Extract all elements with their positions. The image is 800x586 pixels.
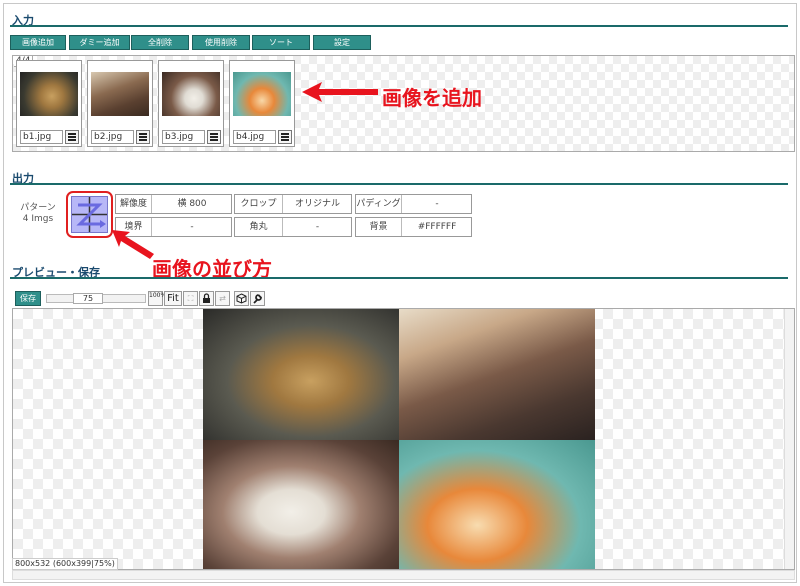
corner-label: 角丸 — [235, 218, 283, 236]
filename-field[interactable]: b1.jpg — [20, 130, 63, 144]
preview-toolbar: 保存 75 100% Fit ⛶ ⇄ — [12, 291, 792, 307]
pattern-label-text: パターン — [20, 203, 56, 213]
filename-field[interactable]: b4.jpg — [233, 130, 276, 144]
resolution-setting[interactable]: 解像度 横 800 — [115, 194, 232, 214]
add-images-button[interactable]: 画像追加 — [10, 35, 66, 50]
menu-icon[interactable] — [136, 130, 150, 144]
preview-image-rabbit — [203, 309, 399, 440]
preview-image-cat — [399, 440, 595, 569]
crop-label: クロップ — [235, 195, 283, 213]
delete-all-button[interactable]: 全削除 — [131, 35, 189, 50]
annotation-arrow-icon — [302, 82, 378, 102]
thumbnail-card[interactable]: b2.jpg — [87, 60, 153, 147]
thumbnail-image — [233, 72, 291, 116]
menu-icon[interactable] — [207, 130, 221, 144]
zoom-slider[interactable]: 75 — [46, 293, 146, 304]
z-pattern-icon — [71, 196, 108, 233]
thumbnail-card[interactable]: b3.jpg — [158, 60, 224, 147]
background-setting[interactable]: 背景 #FFFFFF — [355, 217, 472, 237]
thumbnail-card[interactable]: b4.jpg — [229, 60, 295, 147]
app-window: 入力 画像追加 ダミー追加 全削除 使用削除 ソート 設定 4/4 b1.jpg… — [3, 3, 797, 583]
background-label: 背景 — [356, 218, 402, 236]
lock-icon[interactable] — [199, 291, 214, 306]
filename-field[interactable]: b2.jpg — [91, 130, 134, 144]
thumbnail-image — [162, 72, 220, 116]
swap-icon[interactable]: ⇄ — [215, 291, 230, 306]
horizontal-scrollbar[interactable] — [12, 570, 795, 580]
resolution-label: 解像度 — [116, 195, 152, 213]
preview-image-kitten — [203, 440, 399, 569]
cube-icon[interactable] — [234, 291, 249, 306]
zoom-value[interactable]: 75 — [73, 293, 103, 304]
image-size-info: 800x532 (600x399|75%) — [12, 558, 118, 570]
output-settings: パターン 4 Imgs 解像度 横 800 クロップ オリジナル パディング - — [12, 191, 472, 238]
padding-label: パディング — [356, 195, 402, 213]
save-button[interactable]: 保存 — [15, 291, 41, 306]
input-section-divider — [10, 25, 788, 27]
padding-value: - — [435, 199, 439, 209]
crop-setting[interactable]: クロップ オリジナル — [234, 194, 352, 214]
corner-value: - — [315, 222, 320, 232]
thumbnail-image — [91, 72, 149, 116]
pattern-label: パターン 4 Imgs — [12, 192, 64, 237]
filename-field[interactable]: b3.jpg — [162, 130, 205, 144]
menu-icon[interactable] — [278, 130, 292, 144]
fit-button[interactable]: Fit — [164, 291, 182, 306]
annotation-add-image: 画像を追加 — [382, 86, 482, 110]
crop-value: オリジナル — [294, 199, 340, 209]
fullscreen-icon[interactable]: ⛶ — [183, 291, 198, 306]
padding-setting[interactable]: パディング - — [355, 194, 472, 214]
preview-section-divider — [10, 277, 788, 279]
preview-image-dog — [399, 309, 595, 440]
preview-canvas[interactable] — [12, 308, 795, 570]
pattern-count: 4 Imgs — [22, 214, 54, 224]
sort-button[interactable]: ソート — [252, 35, 310, 50]
resolution-value: 横 800 — [177, 199, 207, 209]
settings-button[interactable]: 設定 — [313, 35, 371, 50]
vertical-scrollbar[interactable] — [784, 309, 794, 569]
menu-icon[interactable] — [65, 130, 79, 144]
background-value: #FFFFFF — [417, 222, 457, 232]
output-section-divider — [10, 183, 788, 185]
border-value: - — [190, 222, 194, 232]
delete-used-button[interactable]: 使用削除 — [192, 35, 250, 50]
thumbnail-card[interactable]: b1.jpg — [16, 60, 82, 147]
thumbnail-image — [20, 72, 78, 116]
corner-radius-setting[interactable]: 角丸 - — [234, 217, 352, 237]
zoom-100-button[interactable]: 100% — [148, 291, 166, 306]
pattern-selector[interactable] — [66, 191, 113, 238]
add-dummy-button[interactable]: ダミー追加 — [69, 35, 130, 50]
annotation-arrow-icon — [112, 230, 154, 259]
wrench-icon[interactable] — [250, 291, 265, 306]
